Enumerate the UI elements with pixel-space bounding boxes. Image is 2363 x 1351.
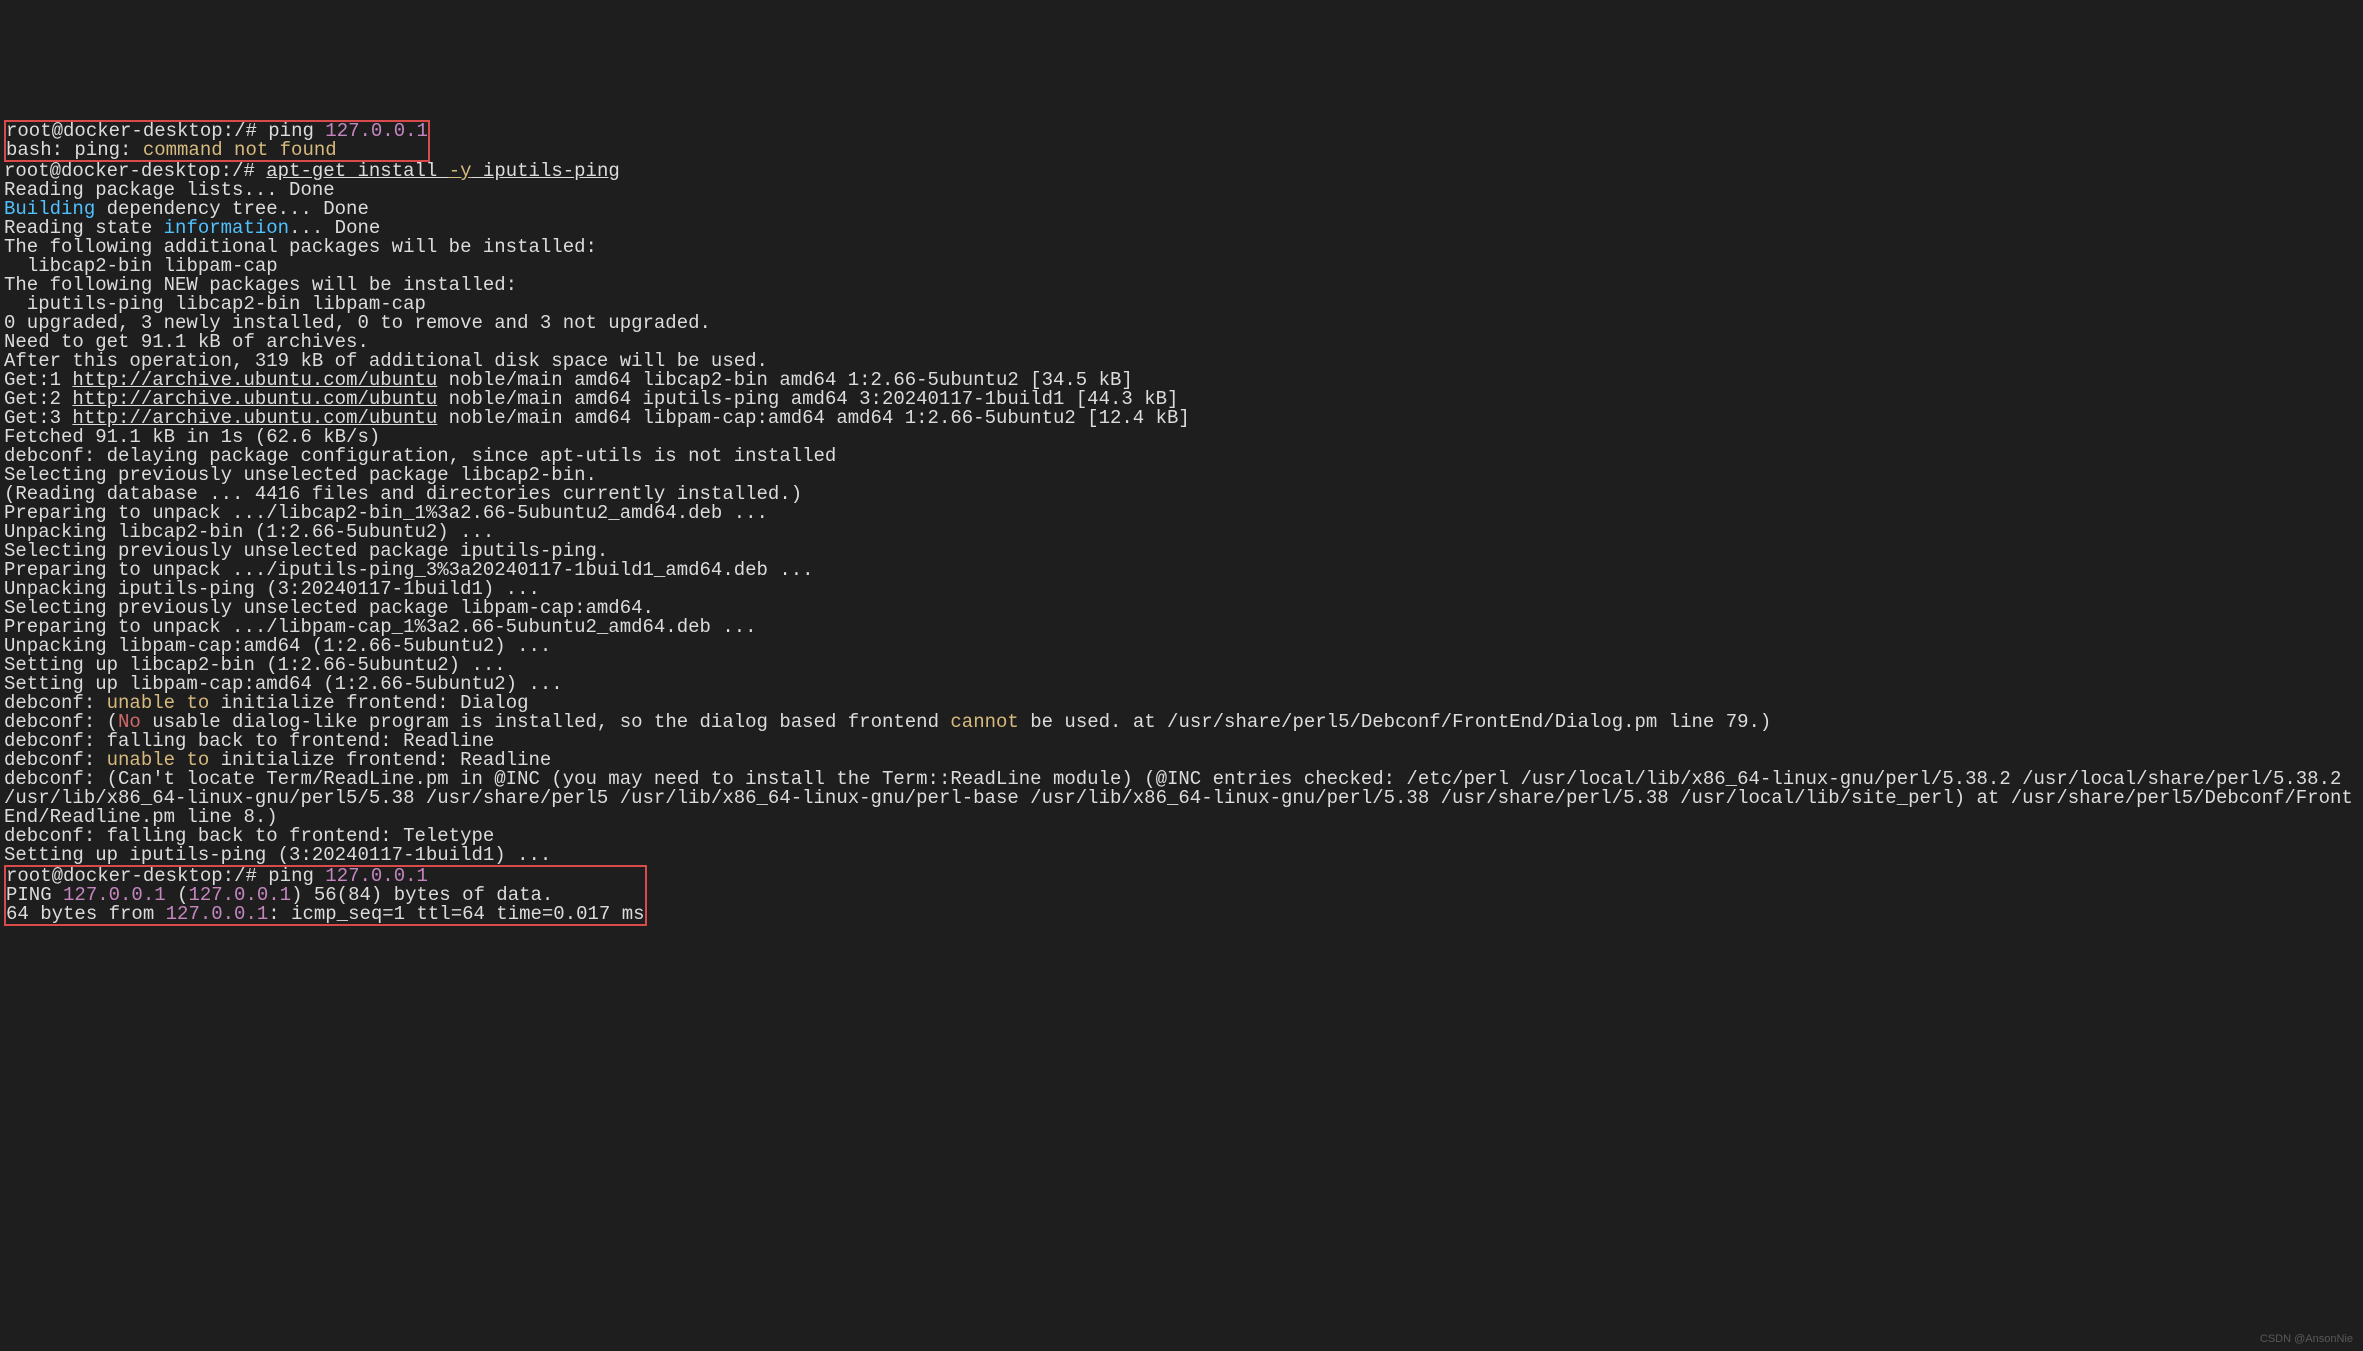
apt-package: iputils-ping — [472, 160, 620, 182]
ping-target-ip: 127.0.0.1 — [325, 120, 428, 142]
highlight-box-ping-success: root@docker-desktop:/# ping 127.0.0.1 PI… — [4, 865, 647, 926]
debconf-line: debconf: (Can't locate Term/ReadLine.pm … — [4, 768, 2353, 828]
watermark: CSDN @AnsonNie — [2260, 1334, 2353, 1345]
highlight-box-ping-fail: root@docker-desktop:/# ping 127.0.0.1 ba… — [4, 120, 430, 162]
error-line: bash: ping: command not found — [6, 139, 337, 161]
apt-output: Setting up iputils-ping (3:20240117-1bui… — [4, 844, 551, 866]
terminal-output[interactable]: root@docker-desktop:/# ping 127.0.0.1 ba… — [0, 95, 2363, 932]
ping-output-reply: 64 bytes from 127.0.0.1: icmp_seq=1 ttl=… — [6, 903, 645, 925]
apt-flag: -y — [449, 160, 472, 182]
error-command-not-found: command not found — [143, 139, 337, 161]
